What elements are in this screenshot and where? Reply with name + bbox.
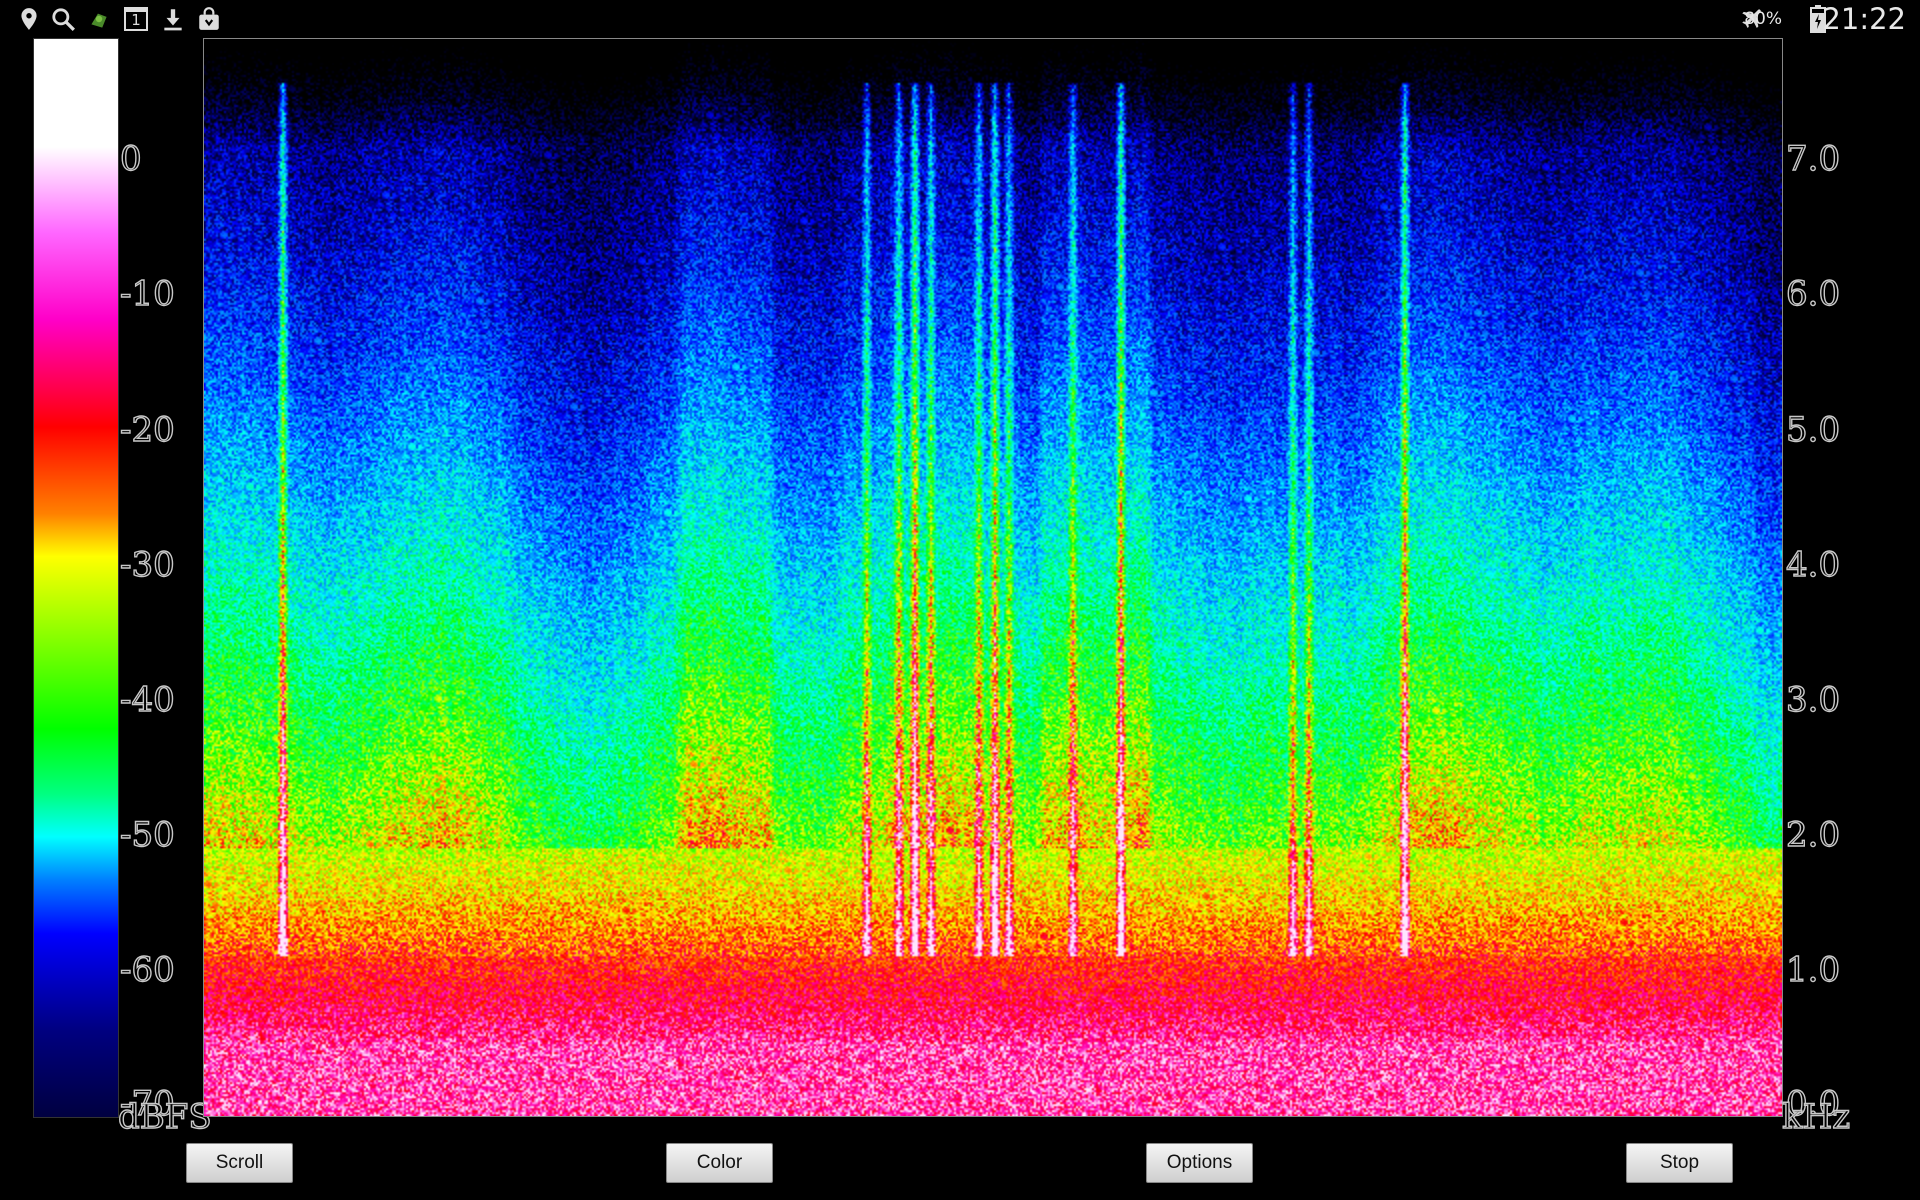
download-icon: [164, 9, 182, 31]
calendar-icon: 1: [124, 7, 148, 31]
db-tick-1: -10: [119, 274, 175, 314]
status-bar: 1 80% 21:22: [0, 0, 1920, 36]
khz-tick-5: 5.0: [1785, 410, 1841, 450]
khz-tick-3: 3.0: [1785, 680, 1841, 720]
stop-button[interactable]: Stop: [1626, 1143, 1733, 1183]
shopping-bag-icon: [199, 7, 219, 30]
color-button[interactable]: Color: [666, 1143, 773, 1183]
db-tick-6: -60: [119, 950, 175, 990]
color-scale-bar: [33, 38, 119, 1118]
scroll-button[interactable]: Scroll: [186, 1143, 293, 1183]
calendar-day: 1: [131, 11, 141, 29]
db-tick-0: 0: [119, 139, 142, 179]
db-tick-2: -20: [119, 410, 175, 450]
khz-tick-1: 1.0: [1785, 950, 1841, 990]
khz-tick-6: 6.0: [1785, 274, 1841, 314]
khz-tick-7: 7.0: [1785, 139, 1841, 179]
location-pin-icon: [21, 8, 37, 30]
db-tick-4: -40: [119, 680, 175, 720]
db-unit-label: dBFS: [117, 1097, 212, 1137]
android-robot-icon: [91, 13, 107, 28]
khz-tick-4: 4.0: [1785, 545, 1841, 585]
db-tick-3: -30: [119, 545, 175, 585]
khz-unit-label: kHz: [1781, 1097, 1851, 1137]
options-button[interactable]: Options: [1146, 1143, 1253, 1183]
spectrogram-plot[interactable]: [204, 39, 1782, 1116]
db-tick-5: -50: [119, 815, 175, 855]
khz-tick-2: 2.0: [1785, 815, 1841, 855]
battery-percent: 80%: [1744, 9, 1782, 29]
clock: 21:22: [1822, 2, 1906, 36]
search-icon: [52, 8, 75, 31]
